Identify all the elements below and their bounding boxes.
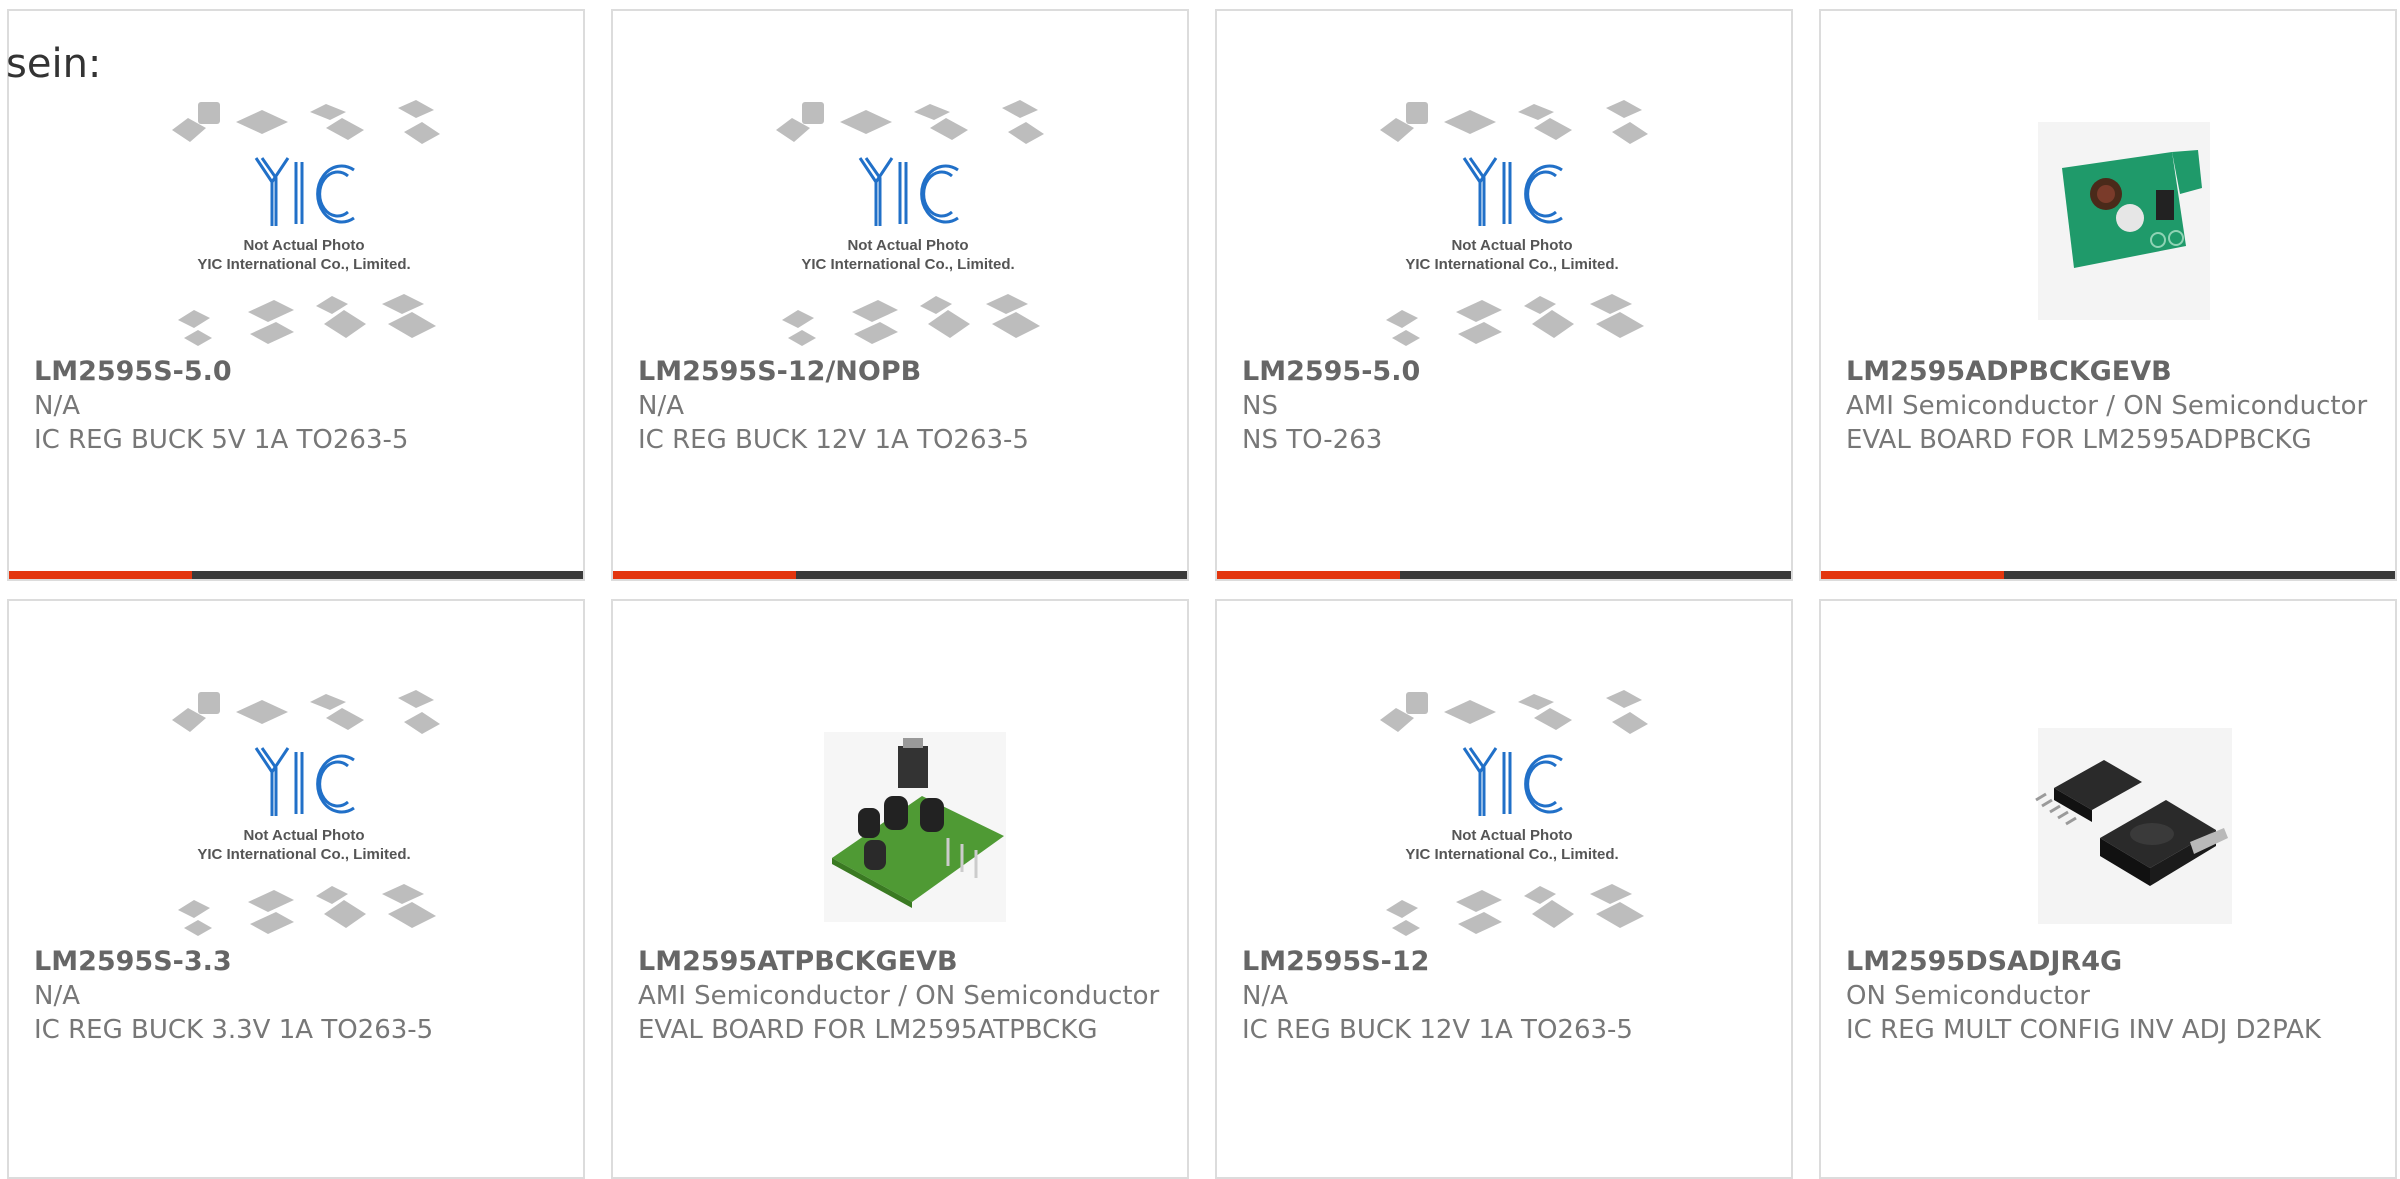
product-info: LM2595DSADJR4G ON Semiconductor IC REG M… <box>1846 945 2379 1047</box>
description: IC REG BUCK 3.3V 1A TO263-5 <box>34 1015 434 1045</box>
part-number[interactable]: LM2595ADPBCKGEVB <box>1846 355 2379 389</box>
d2pak-chip-photo <box>2035 728 2232 924</box>
part-number[interactable]: LM2595DSADJR4G <box>1846 945 2379 979</box>
product-card[interactable]: Not Actual Photo YIC International Co., … <box>611 9 1189 581</box>
svg-text:YIC International Co., Limited: YIC International Co., Limited. <box>1405 256 1618 273</box>
svg-text:YIC International Co., Limited: YIC International Co., Limited. <box>197 256 410 273</box>
manufacturer: N/A <box>34 391 80 421</box>
description: EVAL BOARD FOR LM2595ATPBCKG <box>638 1015 1098 1045</box>
product-info: LM2595ATPBCKGEVB AMI Semiconductor / ON … <box>638 945 1171 1047</box>
manufacturer: AMI Semiconductor / ON Semiconductor <box>638 981 1160 1011</box>
eval-board-photo <box>824 732 1006 922</box>
description: IC REG MULT CONFIG INV ADJ D2PAK <box>1846 1015 2321 1045</box>
not-actual-photo-image: Not Actual Photo YIC International Co., … <box>172 100 440 346</box>
product-info: LM2595-5.0 NS NS TO-263 <box>1242 355 1775 457</box>
intro-text: sein: <box>6 41 102 87</box>
card-bottom-bar <box>613 571 1187 579</box>
card-bottom-bar <box>9 571 583 579</box>
svg-text:YIC International Co., Limited: YIC International Co., Limited. <box>1405 846 1618 863</box>
accent-bar <box>1821 571 2004 579</box>
description: EVAL BOARD FOR LM2595ADPBCKG <box>1846 425 2312 455</box>
manufacturer: N/A <box>1242 981 1288 1011</box>
not-actual-photo-image: Not Actual Photo YIC International Co., … <box>172 690 440 936</box>
product-card[interactable]: LM2595DSADJR4G ON Semiconductor IC REG M… <box>1819 599 2397 1179</box>
card-bottom-bar <box>1821 571 2395 579</box>
product-card[interactable]: LM2595ADPBCKGEVB AMI Semiconductor / ON … <box>1819 9 2397 581</box>
part-number[interactable]: LM2595S-3.3 <box>34 945 567 979</box>
manufacturer: AMI Semiconductor / ON Semiconductor <box>1846 391 2368 421</box>
description: IC REG BUCK 5V 1A TO263-5 <box>34 425 409 455</box>
part-number[interactable]: LM2595S-12/NOPB <box>638 355 1171 389</box>
part-number[interactable]: LM2595S-12 <box>1242 945 1775 979</box>
accent-bar <box>9 571 192 579</box>
manufacturer: ON Semiconductor <box>1846 981 2090 1011</box>
product-info: LM2595S-12/NOPB N/A IC REG BUCK 12V 1A T… <box>638 355 1171 457</box>
manufacturer: N/A <box>638 391 684 421</box>
svg-text:YIC International Co., Limited: YIC International Co., Limited. <box>801 256 1014 273</box>
product-info: LM2595S-3.3 N/A IC REG BUCK 3.3V 1A TO26… <box>34 945 567 1047</box>
description: NS TO-263 <box>1242 425 1383 455</box>
card-bottom-bar <box>1217 571 1791 579</box>
product-card[interactable]: Not Actual Photo YIC International Co., … <box>1215 599 1793 1179</box>
manufacturer: N/A <box>34 981 80 1011</box>
svg-text:Not Actual Photo: Not Actual Photo <box>847 237 968 254</box>
part-number[interactable]: LM2595-5.0 <box>1242 355 1775 389</box>
description: IC REG BUCK 12V 1A TO263-5 <box>638 425 1029 455</box>
svg-text:Not Actual Photo: Not Actual Photo <box>1451 237 1572 254</box>
product-info: LM2595S-12 N/A IC REG BUCK 12V 1A TO263-… <box>1242 945 1775 1047</box>
part-number[interactable]: LM2595S-5.0 <box>34 355 567 389</box>
svg-text:YIC International Co., Limited: YIC International Co., Limited. <box>197 846 410 863</box>
description: IC REG BUCK 12V 1A TO263-5 <box>1242 1015 1633 1045</box>
product-info: LM2595S-5.0 N/A IC REG BUCK 5V 1A TO263-… <box>34 355 567 457</box>
product-info: LM2595ADPBCKGEVB AMI Semiconductor / ON … <box>1846 355 2379 457</box>
not-actual-photo-image: Not Actual Photo YIC International Co., … <box>1380 100 1648 346</box>
product-card[interactable]: Not Actual Photo YIC International Co., … <box>7 9 585 581</box>
svg-text:Not Actual Photo: Not Actual Photo <box>243 827 364 844</box>
accent-bar <box>1217 571 1400 579</box>
product-card[interactable]: Not Actual Photo YIC International Co., … <box>1215 9 1793 581</box>
part-number[interactable]: LM2595ATPBCKGEVB <box>638 945 1171 979</box>
manufacturer: NS <box>1242 391 1278 421</box>
not-actual-photo-image: Not Actual Photo YIC International Co., … <box>1380 690 1648 936</box>
product-card[interactable]: LM2595ATPBCKGEVB AMI Semiconductor / ON … <box>611 599 1189 1179</box>
not-actual-photo-image: Not Actual Photo YIC International Co., … <box>776 100 1044 346</box>
svg-text:Not Actual Photo: Not Actual Photo <box>1451 827 1572 844</box>
svg-text:Not Actual Photo: Not Actual Photo <box>243 237 364 254</box>
accent-bar <box>613 571 796 579</box>
green-pcb-photo <box>2038 122 2210 320</box>
product-grid: Not Actual Photo YIC International Co., … <box>0 0 2400 1179</box>
product-card[interactable]: Not Actual Photo YIC International Co., … <box>7 599 585 1179</box>
